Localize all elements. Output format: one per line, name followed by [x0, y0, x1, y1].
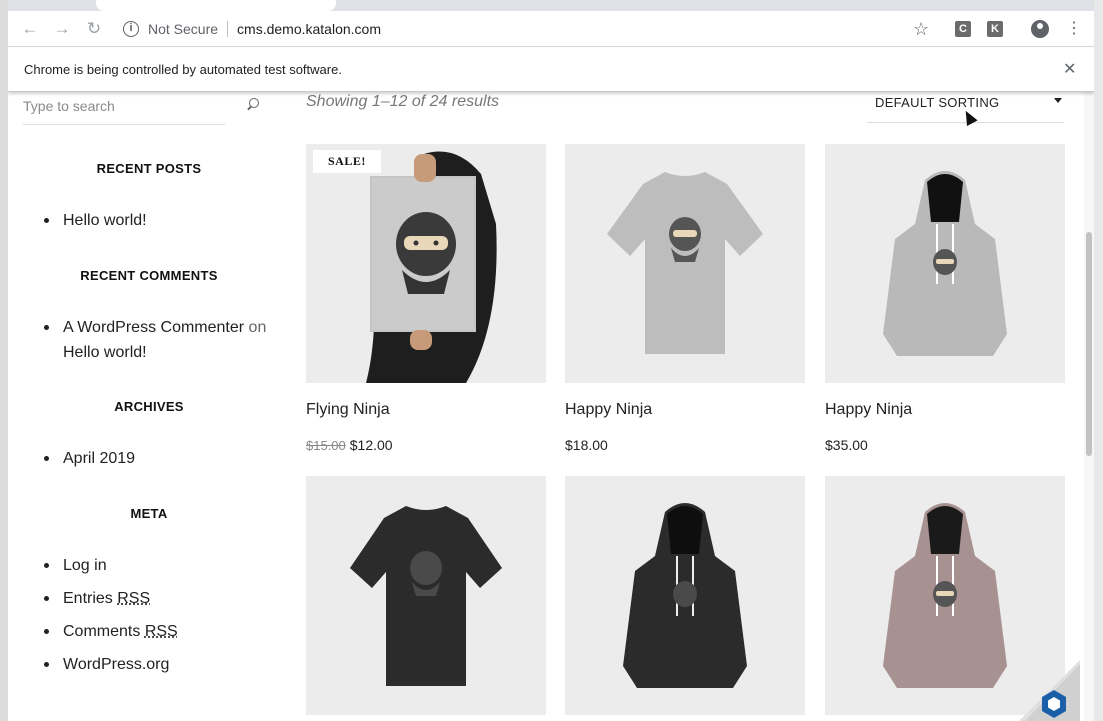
automation-infobar: Chrome is being controlled by automated …: [8, 48, 1094, 92]
search-placeholder: Type to search: [23, 98, 115, 114]
entries-rss-link[interactable]: Entries RSS: [63, 590, 150, 607]
info-icon[interactable]: i: [123, 21, 139, 37]
list-item[interactable]: Entries RSS: [44, 586, 293, 611]
search-input[interactable]: Type to search: [23, 92, 225, 125]
bookmark-star-icon[interactable]: ☆: [913, 19, 929, 39]
list-item: A WordPress Commenter on Hello world!: [44, 315, 293, 365]
product-name[interactable]: Happy Ninja: [825, 401, 912, 419]
rss-abbr: RSS: [144, 623, 178, 640]
chevron-down-icon: [1054, 98, 1062, 103]
infobar-message: Chrome is being controlled by automated …: [24, 62, 342, 77]
comment-author-link[interactable]: A WordPress Commenter: [63, 319, 244, 336]
comments-rss-link[interactable]: Comments RSS: [63, 623, 178, 640]
back-icon[interactable]: ←: [20, 19, 40, 39]
product-image[interactable]: SALE!: [306, 144, 546, 383]
forward-icon[interactable]: →: [52, 19, 72, 39]
sale-badge: SALE!: [313, 150, 381, 173]
recent-comments-list: A WordPress Commenter on Hello world!: [44, 315, 293, 365]
browser-window: ← → ↻ i Not Secure cms.demo.katalon.com …: [8, 0, 1094, 721]
sale-price: $12.00: [349, 437, 393, 453]
recent-posts-title: RECENT POSTS: [96, 161, 202, 176]
archives-title: ARCHIVES: [114, 399, 184, 414]
list-item[interactable]: Comments RSS: [44, 619, 293, 644]
list-item[interactable]: April 2019: [44, 446, 293, 471]
list-item[interactable]: WordPress.org: [44, 652, 293, 677]
recent-posts-list: Hello world!: [44, 208, 293, 233]
wordpress-org-link[interactable]: WordPress.org: [63, 656, 169, 673]
comment-post-link[interactable]: Hello world!: [63, 344, 147, 361]
tab-strip: [8, 0, 1094, 11]
sort-label: DEFAULT SORTING: [875, 95, 1000, 110]
page-content: Type to search RECENT POSTS Hello world!…: [8, 92, 1094, 721]
extension-c-icon[interactable]: C: [955, 21, 971, 37]
product-image[interactable]: [306, 476, 546, 715]
product-price: $15.00 $12.00: [306, 437, 393, 453]
list-item[interactable]: Hello world!: [44, 208, 293, 233]
old-price: $15.00: [306, 438, 346, 453]
katalon-badge-icon[interactable]: [1018, 660, 1080, 721]
browser-toolbar: ← → ↻ i Not Secure cms.demo.katalon.com …: [8, 11, 1094, 47]
address-bar[interactable]: i Not Secure cms.demo.katalon.com: [123, 15, 913, 43]
rss-abbr: RSS: [117, 590, 151, 607]
product-image[interactable]: [825, 144, 1065, 383]
archive-link[interactable]: April 2019: [63, 450, 135, 467]
product-image[interactable]: [565, 144, 805, 383]
scrollbar-thumb[interactable]: [1086, 232, 1092, 456]
url-text[interactable]: cms.demo.katalon.com: [237, 21, 381, 37]
profile-icon[interactable]: [1031, 20, 1049, 38]
meta-title: META: [130, 506, 168, 521]
product-image[interactable]: [565, 476, 805, 715]
security-label: Not Secure: [148, 21, 219, 37]
archives-list: April 2019: [44, 446, 293, 471]
address-divider: [227, 21, 229, 37]
comment-on-text: on: [248, 319, 267, 336]
list-item[interactable]: Log in: [44, 553, 293, 578]
search-icon[interactable]: [246, 98, 260, 112]
product-name[interactable]: Flying Ninja: [306, 401, 390, 419]
result-count: Showing 1–12 of 24 results: [306, 93, 500, 110]
menu-kebab-icon[interactable]: ⋮: [1066, 19, 1082, 39]
comments-label: Comments: [63, 623, 141, 640]
entries-label: Entries: [63, 590, 113, 607]
login-link[interactable]: Log in: [63, 557, 107, 574]
active-tab[interactable]: [96, 0, 336, 11]
meta-list: Log in Entries RSS Comments RSS WordPres…: [44, 553, 293, 677]
product-name[interactable]: Happy Ninja: [565, 401, 652, 419]
close-icon[interactable]: ✕: [1063, 59, 1076, 79]
product-price: $18.00: [565, 437, 608, 453]
reload-icon[interactable]: ↻: [84, 19, 104, 39]
extension-k-icon[interactable]: K: [987, 21, 1003, 37]
recent-post-link[interactable]: Hello world!: [63, 212, 147, 229]
desktop-edge: [1094, 0, 1103, 721]
product-price: $35.00: [825, 437, 868, 453]
recent-comments-title: RECENT COMMENTS: [80, 268, 218, 283]
